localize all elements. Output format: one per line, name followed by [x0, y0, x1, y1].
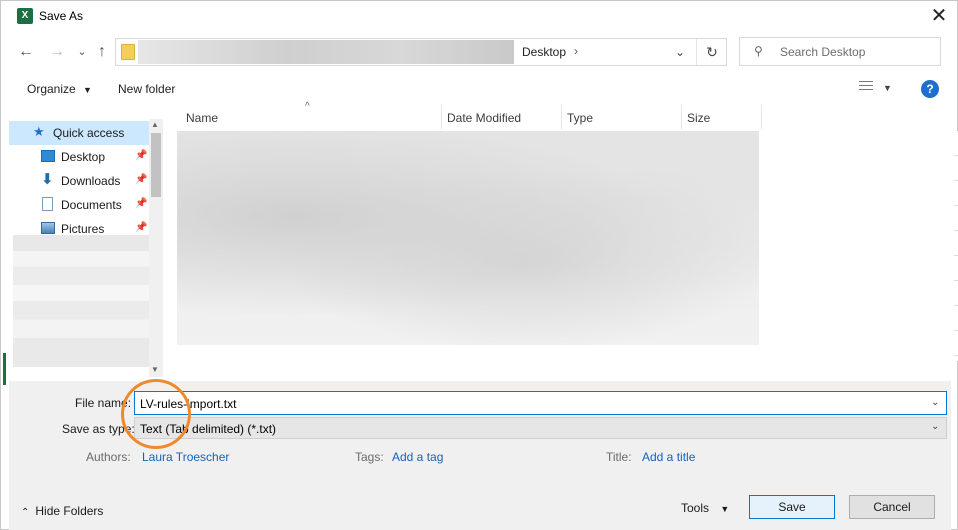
- column-divider[interactable]: [561, 105, 562, 129]
- organize-label: Organize: [27, 82, 76, 96]
- refresh-icon[interactable]: ↻: [702, 42, 722, 62]
- blurred-path: [138, 40, 514, 64]
- tags-field[interactable]: Add a tag: [392, 450, 443, 464]
- nav-item-downloads[interactable]: ⬇ Downloads 📌: [9, 169, 149, 193]
- organize-menu[interactable]: Organize ▼: [27, 82, 92, 96]
- close-button[interactable]: ✕: [927, 5, 951, 29]
- address-dropdown-icon[interactable]: ⌄: [670, 42, 690, 62]
- chevron-down-icon: ▼: [83, 85, 92, 95]
- navigation-pane: ★ Quick access Desktop 📌 ⬇ Downloads 📌 D…: [9, 119, 164, 377]
- nav-item-desktop[interactable]: Desktop 📌: [9, 145, 149, 169]
- hide-folders-label: Hide Folders: [35, 504, 104, 518]
- help-button[interactable]: ?: [921, 80, 939, 98]
- pin-icon: 📌: [135, 174, 148, 185]
- nav-item-documents[interactable]: Documents 📌: [9, 193, 149, 217]
- title-bar: X Save As ✕: [1, 1, 958, 33]
- command-bar: Organize ▼ New folder ▼ ?: [9, 75, 951, 103]
- nav-item-label: Desktop: [61, 150, 106, 164]
- authors-label: Authors:: [86, 450, 131, 464]
- file-list: ^ Name Date Modified Type Size: [171, 101, 951, 377]
- hide-folders-button[interactable]: ⌃ Hide Folders: [21, 504, 103, 518]
- chevron-up-icon: ⌃: [21, 507, 30, 518]
- blurred-file-rows: [177, 131, 759, 345]
- address-divider: [696, 39, 697, 65]
- nav-item-label: Pictures: [61, 222, 105, 236]
- tags-label: Tags:: [355, 450, 384, 464]
- view-dropdown-icon[interactable]: ▼: [883, 83, 892, 93]
- file-name-value[interactable]: LV-rules-import.txt: [140, 397, 236, 411]
- background-accent: [3, 353, 6, 385]
- column-divider[interactable]: [761, 105, 762, 129]
- sort-ascending-icon: ^: [305, 101, 310, 112]
- column-header-name[interactable]: Name: [186, 111, 218, 125]
- address-bar[interactable]: Desktop › ⌄ ↻: [115, 38, 727, 66]
- breadcrumb-chevron-icon[interactable]: ›: [574, 44, 578, 58]
- nav-scrollbar[interactable]: ▲ ▼: [149, 119, 163, 377]
- nav-item-label: Quick access: [53, 126, 125, 140]
- chevron-down-icon: ▼: [720, 504, 730, 514]
- save-options-panel: File name: LV-rules-import.txt ⌄ Save as…: [9, 381, 951, 530]
- search-input[interactable]: Search Desktop: [780, 45, 865, 59]
- blurred-nav-items: [13, 235, 149, 367]
- nav-item-quick-access[interactable]: ★ Quick access: [9, 121, 149, 145]
- save-button[interactable]: Save: [749, 495, 835, 519]
- nav-item-label: Documents: [61, 198, 122, 212]
- recent-locations-button[interactable]: ⌄: [71, 41, 93, 63]
- column-divider[interactable]: [681, 105, 682, 129]
- download-arrow-icon: ⬇: [41, 171, 54, 188]
- file-name-input[interactable]: LV-rules-import.txt ⌄: [134, 391, 947, 415]
- tools-menu[interactable]: Tools ▼: [681, 501, 729, 515]
- pin-icon: 📌: [135, 198, 148, 209]
- tools-label: Tools: [681, 501, 710, 515]
- search-box[interactable]: ⚲ Search Desktop: [739, 37, 941, 66]
- chevron-down-icon[interactable]: ⌄: [931, 397, 939, 408]
- desktop-icon: [41, 150, 55, 162]
- view-options-icon[interactable]: [859, 81, 873, 93]
- forward-button[interactable]: →: [46, 41, 68, 63]
- new-folder-button[interactable]: New folder: [118, 82, 175, 96]
- breadcrumb-desktop[interactable]: Desktop: [522, 45, 566, 59]
- search-icon: ⚲: [754, 44, 763, 58]
- chevron-down-icon[interactable]: ⌄: [931, 421, 939, 432]
- title-label: Title:: [606, 450, 632, 464]
- window-title: Save As: [39, 9, 84, 23]
- file-name-label: File name:: [75, 396, 132, 410]
- scroll-down-icon[interactable]: ▼: [151, 365, 159, 374]
- nav-item-label: Downloads: [61, 174, 121, 188]
- cancel-button[interactable]: Cancel: [849, 495, 935, 519]
- folder-icon: [121, 44, 135, 60]
- scrollbar-thumb[interactable]: [151, 133, 161, 197]
- pin-icon: 📌: [135, 222, 148, 233]
- save-as-dialog: X Save As ✕ ← → ⌄ ↑ Desktop › ⌄ ↻ ⚲ Sear…: [0, 0, 958, 530]
- background-gridlines: [954, 131, 958, 361]
- back-button[interactable]: ←: [15, 41, 37, 63]
- column-divider[interactable]: [441, 105, 442, 129]
- authors-field[interactable]: Laura Troescher: [142, 450, 229, 464]
- document-icon: [42, 197, 53, 211]
- column-header-type[interactable]: Type: [567, 111, 593, 125]
- pictures-icon: [41, 222, 55, 234]
- title-field[interactable]: Add a title: [642, 450, 695, 464]
- excel-icon: X: [17, 8, 33, 24]
- column-header-date-modified[interactable]: Date Modified: [447, 111, 521, 125]
- pin-icon: 📌: [135, 150, 148, 161]
- scroll-up-icon[interactable]: ▲: [151, 120, 159, 129]
- column-header-size[interactable]: Size: [687, 111, 710, 125]
- save-as-type-select[interactable]: Text (Tab delimited) (*.txt) ⌄: [134, 417, 947, 439]
- up-button[interactable]: ↑: [91, 41, 113, 63]
- save-as-type-value[interactable]: Text (Tab delimited) (*.txt): [140, 422, 276, 436]
- star-icon: ★: [33, 124, 45, 139]
- save-as-type-label: Save as type:: [62, 422, 135, 436]
